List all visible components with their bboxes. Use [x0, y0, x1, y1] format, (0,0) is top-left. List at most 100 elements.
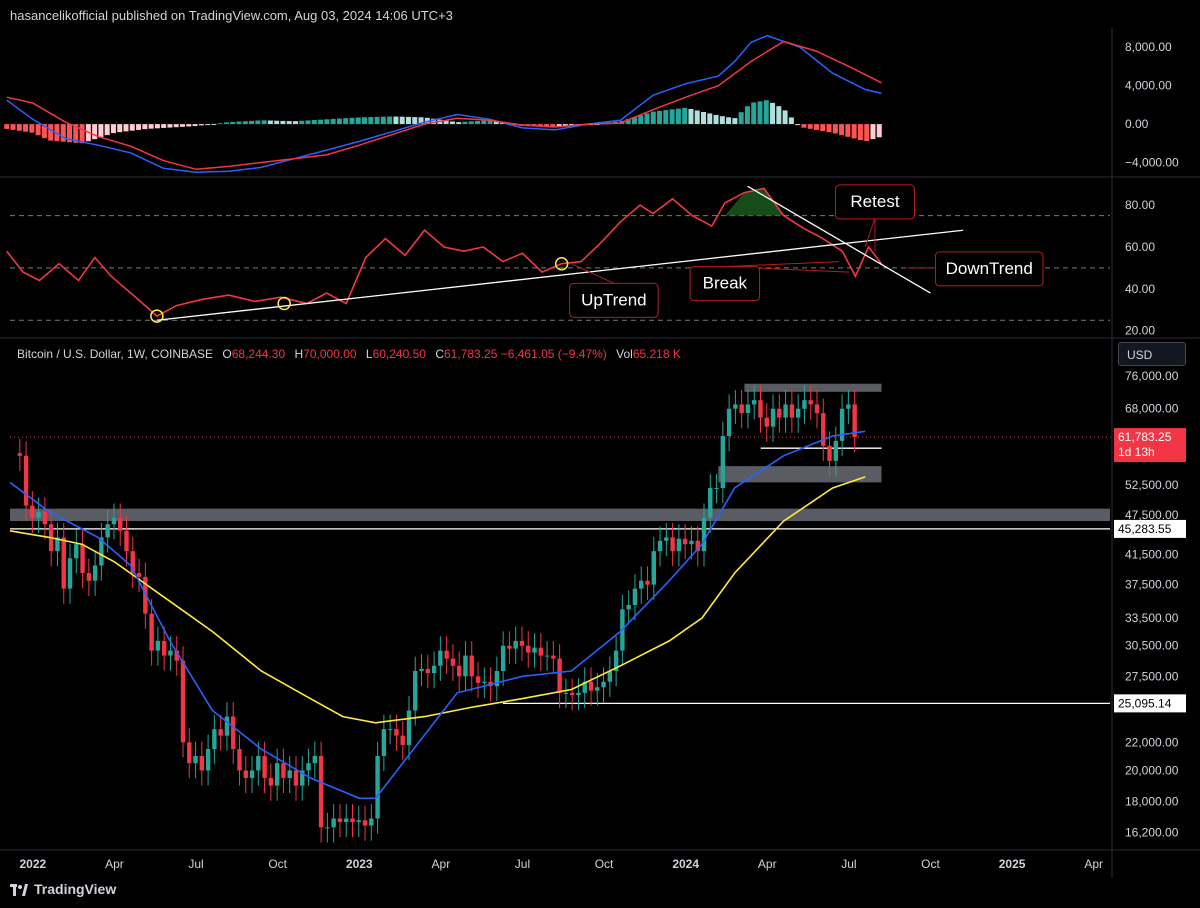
candle-body [92, 565, 98, 581]
candle-body [544, 655, 550, 657]
macd-histogram-bar [839, 124, 845, 136]
legend-high: 70,000.00 [303, 347, 357, 361]
candle-body [469, 655, 474, 677]
macd-histogram-bar [399, 116, 405, 125]
macd-histogram-bar [117, 124, 123, 133]
chart-canvas[interactable]: 8,000.00 4,000.00 0.00 −4,000.00 80.00 60.00 4… [0, 0, 1200, 908]
macd-histogram-bar [92, 124, 98, 140]
candle-body [632, 588, 638, 606]
rsi-annotation-callout: UpTrend [569, 263, 659, 318]
candle-body [237, 749, 242, 771]
macd-histogram-bar [274, 120, 280, 125]
candle-body [124, 530, 129, 552]
legend-low-label: L [365, 347, 373, 361]
macd-histogram-bar [267, 120, 273, 125]
macd-histogram-bar [16, 124, 22, 131]
legend-vol: 65.218 K [632, 347, 681, 361]
macd-histogram-bar [186, 124, 192, 127]
candle-body [588, 681, 594, 691]
candle-body [168, 650, 173, 656]
candle-body [161, 640, 167, 656]
candle-body [425, 668, 431, 674]
macd-histogram-bar [663, 110, 669, 125]
price-zone-box [744, 383, 882, 392]
candle-body [438, 650, 443, 666]
candle-body [30, 505, 35, 518]
price-axis-tick: 16,200.00 [1125, 826, 1179, 840]
price-axis-tick: 37,500.00 [1125, 578, 1179, 592]
macd-histogram-bar [795, 124, 801, 126]
rsi-uptrend-line [156, 229, 964, 321]
macd-axis-tick: 4,000.00 [1125, 79, 1172, 93]
price-axis-label: 61,783.25 [1118, 430, 1172, 444]
price-axis-tick: 41,500.00 [1125, 548, 1179, 562]
footer-brand[interactable]: TradingView [10, 881, 116, 897]
macd-histogram-bar [864, 124, 870, 141]
macd-histogram-bar [173, 124, 179, 128]
candle-body [664, 537, 669, 541]
macd-histogram-bar [368, 117, 374, 125]
time-axis-tick: Apr [432, 857, 451, 871]
candle-body [118, 517, 123, 531]
candle-body [482, 681, 487, 683]
candle-body [274, 763, 280, 786]
currency-button[interactable]: USD [1118, 342, 1186, 366]
candle-body [231, 716, 236, 750]
candle-body [463, 655, 468, 677]
legend-close: 61,783.25 [443, 347, 498, 361]
candle-body [268, 777, 274, 786]
macd-histogram-bar [675, 108, 681, 125]
macd-histogram-bar [35, 124, 41, 136]
macd-histogram-bar [161, 124, 167, 128]
macd-histogram-bar [462, 121, 468, 125]
macd-histogram-bar [299, 120, 305, 125]
candle-body [23, 455, 29, 506]
candle-body [795, 408, 801, 418]
macd-histogram-bar [10, 124, 16, 130]
candle-body [601, 681, 606, 688]
macd-histogram-bar [48, 124, 54, 141]
price-axis-label: 45,283.55 [1118, 522, 1172, 536]
macd-histogram-bar [98, 124, 104, 138]
rsi-annotation-pointer [864, 217, 876, 248]
macd-histogram-bar [148, 124, 154, 129]
candle-body [331, 818, 336, 828]
candle-body [375, 756, 380, 819]
candle-body [431, 665, 437, 674]
candle-body [789, 404, 795, 418]
candle-body [833, 440, 839, 461]
macd-histogram-bar [311, 120, 317, 125]
macd-histogram-bar [387, 116, 393, 125]
candle-body [745, 404, 751, 414]
candle-body [532, 647, 537, 653]
macd-histogram-bar [393, 116, 399, 125]
macd-histogram-bar [870, 124, 876, 140]
candle-body [243, 770, 248, 778]
candle-body [212, 729, 217, 750]
macd-histogram-bar [682, 107, 688, 125]
rsi-annotation-text: Break [703, 274, 748, 293]
macd-histogram-bar [845, 124, 851, 137]
macd-histogram-bar [719, 116, 725, 125]
macd-line [6, 34, 882, 173]
candle-body [538, 647, 543, 656]
candle-body [36, 511, 41, 518]
time-axis-tick: Oct [921, 857, 940, 871]
macd-histogram-bar [738, 112, 744, 125]
candle-body [689, 540, 694, 545]
macd-histogram-bar [261, 120, 267, 125]
rsi-axis-tick: 80.00 [1125, 198, 1155, 212]
candle-body [475, 676, 481, 683]
time-axis-tick: Jul [188, 857, 203, 871]
candle-body [758, 400, 763, 418]
candle-body [607, 670, 613, 682]
candle-body [770, 408, 776, 427]
candle-body [293, 770, 299, 786]
candle-body [500, 645, 506, 671]
price-axis-tick: 20,000.00 [1125, 763, 1179, 777]
macd-histogram-bar [142, 124, 148, 130]
macd-histogram-bar [29, 124, 35, 133]
macd-histogram-bar [726, 117, 732, 125]
macd-histogram-bar [242, 121, 248, 125]
candle-body [839, 408, 845, 441]
